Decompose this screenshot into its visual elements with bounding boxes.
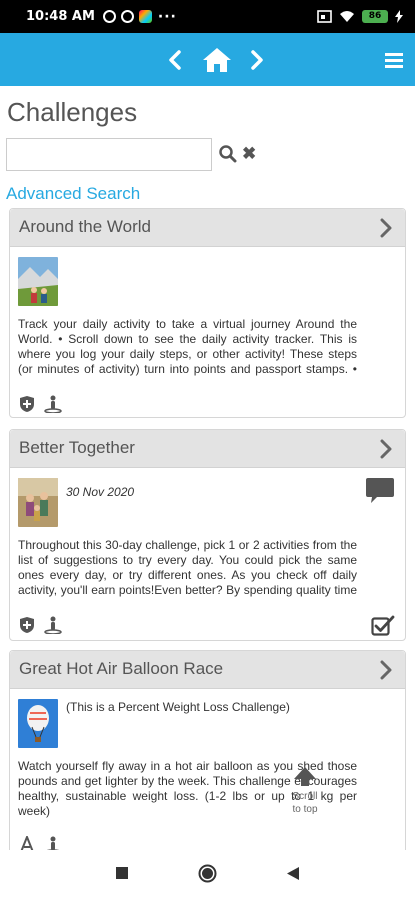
square-icon [116,867,128,879]
joined-checkbox[interactable] [371,614,395,636]
notification-icon [120,10,134,23]
challenge-card[interactable]: Better Together 30 Nov 2020 Throughout t… [9,429,406,641]
home-system-button[interactable] [198,864,217,888]
menu-button[interactable] [377,33,411,86]
search-icon [219,145,237,163]
search-button[interactable] [219,144,237,164]
screen-cast-icon [317,10,332,23]
recent-apps-button[interactable] [115,866,129,885]
charging-icon [395,10,403,23]
app-notification-icon [138,10,152,23]
challenge-thumbnail [18,478,58,527]
chevron-left-icon [169,49,181,70]
system-navigation-bar [0,850,415,900]
challenge-description: Throughout this 30-day challenge, pick 1… [18,538,357,597]
wifi-icon [340,11,354,22]
comment-icon [366,478,394,503]
app-header [0,33,415,86]
challenge-header[interactable]: Great Hot Air Balloon Race [10,651,405,689]
arrow-up-icon [294,767,316,786]
status-bar: 10:48 AM ··· 86 [0,0,415,33]
hamburger-menu-icon [385,52,403,68]
back-button[interactable] [286,866,300,886]
battery-icon: 86 [362,10,388,23]
shield-plus-icon [20,396,34,412]
close-icon: ✖ [242,144,257,163]
scroll-to-top-label: Scroll [292,791,318,802]
page-title: Challenges [7,97,138,127]
scroll-to-top-label: to top [292,804,318,815]
challenge-header[interactable]: Around the World [10,209,405,247]
chevron-right-icon[interactable] [379,660,393,680]
status-time: 10:48 AM [26,9,95,24]
triangle-back-icon [287,867,299,880]
challenge-thumbnail [18,699,58,748]
challenge-date: 30 Nov 2020 [66,485,135,499]
challenge-type-note: (This is a Percent Weight Loss Challenge… [66,700,290,714]
person-activity-icon [46,836,60,850]
notification-icon [102,10,116,23]
clear-search-button[interactable]: ✖ [242,145,256,163]
challenge-thumbnail [18,257,58,306]
previous-button[interactable] [160,33,190,86]
challenge-title: Around the World [19,217,151,236]
checkbox-checked-icon [371,615,395,636]
advanced-search-link[interactable]: Advanced Search [6,184,140,204]
challenge-title: Better Together [19,438,135,457]
shield-plus-icon [20,617,34,633]
next-button[interactable] [242,33,272,86]
search-input[interactable] [6,138,212,171]
more-notifications-icon: ··· [157,8,177,25]
scale-icon [20,836,34,850]
challenge-card[interactable]: Around the World Track your daily activi… [9,208,406,418]
challenge-card[interactable]: Great Hot Air Balloon Race (This is a Pe… [9,650,406,850]
challenge-description: Track your daily activity to take a virt… [18,317,357,376]
chevron-right-icon [251,49,263,70]
main-content: Challenges ✖ Advanced Search Around the … [0,86,415,850]
home-icon [203,47,231,72]
challenge-header[interactable]: Better Together [10,430,405,468]
chevron-right-icon[interactable] [379,439,393,459]
circle-icon [198,864,217,883]
chevron-right-icon[interactable] [379,218,393,238]
comment-button[interactable] [365,477,395,505]
challenge-title: Great Hot Air Balloon Race [19,659,224,678]
person-activity-icon [44,616,62,634]
scroll-to-top-button[interactable]: Scroll to top [282,766,328,816]
person-activity-icon [44,395,62,413]
home-button[interactable] [199,33,235,86]
